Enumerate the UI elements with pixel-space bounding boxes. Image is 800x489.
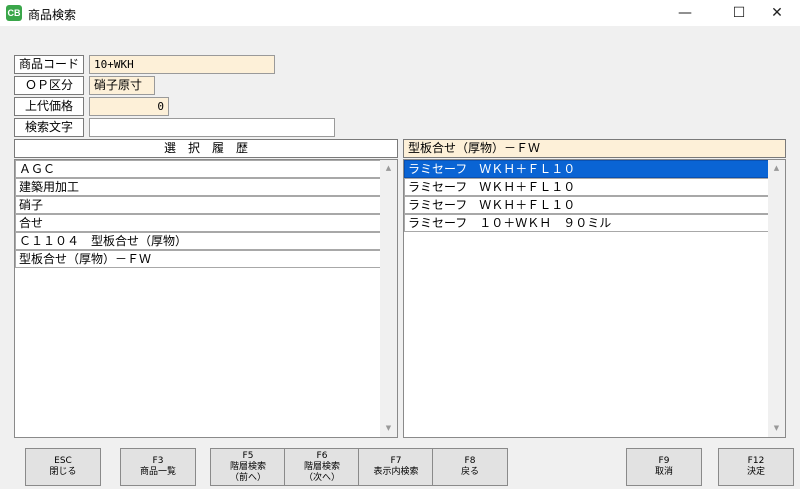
- fkey-label: F8: [464, 456, 476, 466]
- op-category-label: ＯＰ区分: [14, 76, 84, 95]
- list-price-input[interactable]: 0: [89, 97, 169, 116]
- f9-cancel-button[interactable]: F9 取消: [626, 448, 702, 486]
- fkey-action: 取消: [654, 467, 673, 477]
- history-item[interactable]: 建築用加工: [15, 178, 383, 196]
- esc-close-button[interactable]: ESC 閉じる: [25, 448, 101, 486]
- fkey-action: 閉じる: [49, 467, 77, 477]
- scroll-up-icon[interactable]: ▲: [380, 160, 397, 177]
- fkey-action: 階層検索: [303, 461, 340, 472]
- fkey-label: F7: [390, 456, 402, 466]
- f7-search-in-view-button[interactable]: F7 表示内検索: [358, 448, 434, 486]
- search-text-label: 検索文字: [14, 118, 84, 137]
- fkey-action: 表示内検索: [373, 467, 419, 477]
- product-code-input[interactable]: 10+WKH: [89, 55, 275, 74]
- history-item[interactable]: 型板合せ（厚物）－ＦＷ: [15, 250, 383, 268]
- history-item[interactable]: 硝子: [15, 196, 383, 214]
- history-item[interactable]: Ｃ１１０４ 型板合せ（厚物）: [15, 232, 383, 250]
- scroll-down-icon[interactable]: ▼: [768, 420, 785, 437]
- result-item[interactable]: ラミセーフ １０＋ＷＫＨ ９０ミル: [404, 214, 771, 232]
- op-category-field[interactable]: 硝子原寸: [89, 76, 155, 95]
- f5-hierarchy-prev-button[interactable]: F5 階層検索 （前へ）: [210, 448, 286, 486]
- history-item[interactable]: 合せ: [15, 214, 383, 232]
- result-item[interactable]: ラミセーフ ＷＫＨ＋ＦＬ１０: [404, 196, 771, 214]
- f3-product-list-button[interactable]: F3 商品一覧: [120, 448, 196, 486]
- f8-back-button[interactable]: F8 戻る: [432, 448, 508, 486]
- fkey-action: 決定: [746, 467, 765, 477]
- close-button[interactable]: ✕: [754, 0, 800, 26]
- app-icon: CB: [6, 5, 22, 21]
- scroll-down-icon[interactable]: ▼: [380, 420, 397, 437]
- fkey-label: ESC: [54, 456, 72, 466]
- f12-confirm-button[interactable]: F12 決定: [718, 448, 794, 486]
- history-header: 選 択 履 歴: [14, 139, 398, 158]
- title-bar: CB 商品検索 — ☐ ✕: [0, 0, 800, 26]
- f6-hierarchy-next-button[interactable]: F6 階層検索 （次へ）: [284, 448, 360, 486]
- minimize-button[interactable]: —: [662, 0, 708, 26]
- fkey-label: F3: [152, 456, 164, 466]
- window-title: 商品検索: [28, 8, 77, 22]
- fkey-action: 戻る: [460, 467, 479, 477]
- history-item[interactable]: ＡＧＣ: [15, 160, 383, 178]
- scroll-up-icon[interactable]: ▲: [768, 160, 785, 177]
- result-item[interactable]: ラミセーフ ＷＫＨ＋ＦＬ１０: [404, 160, 771, 178]
- fkey-label: F5: [242, 450, 254, 461]
- fkey-label: F9: [658, 456, 670, 466]
- results-scrollbar[interactable]: ▲ ▼: [768, 160, 785, 437]
- fkey-action: 階層検索: [229, 461, 266, 472]
- fkey-action-sub: （次へ）: [303, 472, 340, 483]
- search-text-input[interactable]: [89, 118, 335, 137]
- fkey-label: F12: [747, 456, 765, 466]
- result-item[interactable]: ラミセーフ ＷＫＨ＋ＦＬ１０: [404, 178, 771, 196]
- fkey-action: 商品一覧: [139, 467, 176, 477]
- product-code-label: 商品コード: [14, 55, 84, 74]
- list-price-label: 上代価格: [14, 97, 84, 116]
- history-list[interactable]: ＡＧＣ 建築用加工 硝子 合せ Ｃ１１０４ 型板合せ（厚物） 型板合せ（厚物）－…: [14, 159, 398, 438]
- results-list[interactable]: ラミセーフ ＷＫＨ＋ＦＬ１０ ラミセーフ ＷＫＨ＋ＦＬ１０ ラミセーフ ＷＫＨ＋…: [403, 159, 786, 438]
- fkey-label: F6: [316, 450, 328, 461]
- results-header: 型板合せ（厚物）－ＦＷ: [403, 139, 786, 158]
- history-scrollbar[interactable]: ▲ ▼: [380, 160, 397, 437]
- fkey-action-sub: （前へ）: [229, 472, 266, 483]
